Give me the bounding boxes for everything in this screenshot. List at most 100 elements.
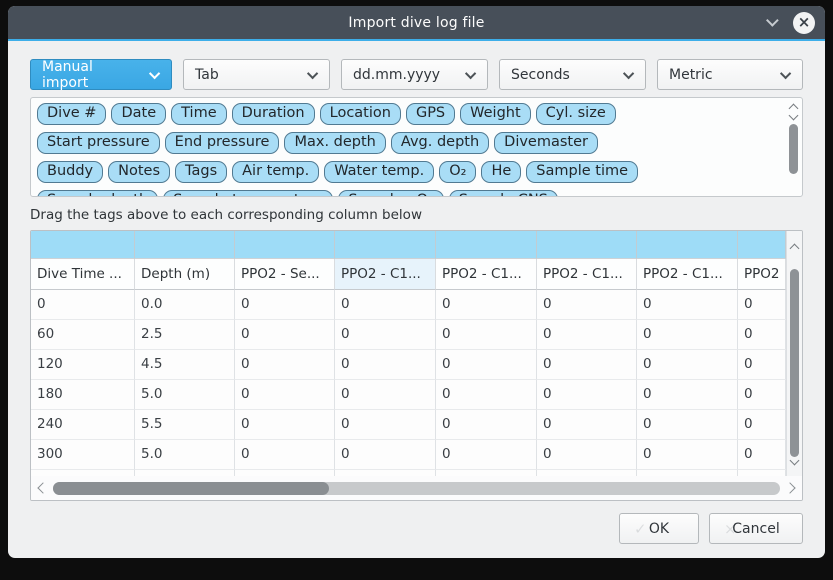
table-cell: 0 [235,290,335,320]
column-header[interactable]: Dive Time ... [31,259,135,290]
tag-date[interactable]: Date [111,103,166,125]
tag-cyl-size[interactable]: Cyl. size [536,103,616,125]
table-cell: 0 [335,440,436,470]
scroll-left-icon[interactable] [37,482,48,493]
column-header[interactable]: Depth (m) [135,259,235,290]
tag-divemaster[interactable]: Divemaster [494,132,598,154]
tag-avg-depth[interactable]: Avg. depth [391,132,489,154]
scroll-right-icon[interactable] [784,482,795,493]
tag-dive-[interactable]: Dive # [37,103,106,125]
drop-target-cell[interactable] [135,231,235,259]
ok-button[interactable]: ✓ OK [619,513,699,544]
drag-instruction: Drag the tags above to each correspondin… [30,207,803,223]
combo-metric[interactable]: Metric [657,59,803,90]
scroll-down-icon[interactable] [789,111,799,121]
drop-target-cell[interactable] [235,231,335,259]
table-cell: 0 [738,350,786,380]
table-cell: 0 [31,290,135,320]
tag-max-depth[interactable]: Max. depth [284,132,385,154]
tag-water-temp-[interactable]: Water temp. [324,161,434,183]
column-header[interactable]: PPO2 [738,259,786,290]
tag-gps[interactable]: GPS [406,103,455,125]
table-cell: 5.0 [135,440,235,470]
tag-o-[interactable]: O₂ [439,161,476,183]
table-cell: 0 [738,410,786,440]
table-cell: 0 [637,290,738,320]
tag-duration[interactable]: Duration [232,103,315,125]
tag-weight[interactable]: Weight [460,103,531,125]
column-header[interactable]: PPO2 - C1... [436,259,537,290]
tag-sample-depth[interactable]: Sample depth [37,190,158,197]
table-cell: 0 [637,350,738,380]
close-icon[interactable]: × [793,12,815,34]
tag-sample-time[interactable]: Sample time [526,161,638,183]
tag-time[interactable]: Time [171,103,227,125]
tag-tags[interactable]: Tags [175,161,227,183]
chevron-down-icon [149,67,160,78]
table-cell: 120 [31,350,135,380]
tag-sample-po-[interactable]: Sample pO₂ [338,190,443,197]
tag-sample-temperature[interactable]: Sample temperature [163,190,333,197]
chevron-down-icon [780,67,791,78]
tag-start-pressure[interactable]: Start pressure [37,132,160,154]
scroll-up-icon[interactable] [790,244,800,254]
preview-table: Dive Time ...Depth (m)PPO2 - Se...PPO2 -… [30,230,803,501]
table-cell: 0 [335,410,436,440]
tag-notes[interactable]: Notes [108,161,170,183]
combo-value: Tab [195,67,219,83]
tag-he[interactable]: He [481,161,521,183]
tag-pool-scrollbar[interactable] [786,99,801,195]
cancel-icon: × [724,520,737,538]
tag-location[interactable]: Location [320,103,401,125]
table-cell: 0 [335,350,436,380]
table-cell: 0 [235,350,335,380]
cancel-button[interactable]: × Cancel [709,513,803,544]
drop-target-cell[interactable] [436,231,537,259]
cancel-button-label: Cancel [732,521,779,537]
drop-target-cell[interactable] [537,231,637,259]
table-vertical-scrollbar[interactable] [786,231,802,476]
tag-air-temp-[interactable]: Air temp. [232,161,319,183]
table-cell: 0 [235,320,335,350]
combo-dd-mm-yyyy[interactable]: dd.mm.yyyy [341,59,488,90]
check-icon: ✓ [634,520,647,538]
table-cell: 0 [537,320,637,350]
drop-target-cell[interactable] [31,231,135,259]
table-horizontal-scrollbar[interactable] [31,476,802,500]
scrollbar-thumb[interactable] [53,482,329,495]
table-cell: 0 [738,380,786,410]
tag-end-pressure[interactable]: End pressure [165,132,280,154]
tag-sample-cns[interactable]: Sample CNS [449,190,558,197]
drop-target-cell[interactable] [738,231,786,259]
table-cell: 4.5 [135,350,235,380]
table-cell: 0 [637,320,738,350]
combo-value: Manual import [42,59,142,91]
combo-tab[interactable]: Tab [183,59,330,90]
chevron-down-icon [465,67,476,78]
combo-seconds[interactable]: Seconds [499,59,646,90]
table-cell: 5.5 [135,410,235,440]
scrollbar-track[interactable] [53,482,780,495]
scrollbar-thumb[interactable] [790,269,799,457]
column-header[interactable]: PPO2 - C1... [537,259,637,290]
drop-target-row [31,231,786,259]
table-cell: 0 [436,290,537,320]
table-cell: 0 [235,380,335,410]
table-cell: 0 [335,380,436,410]
table-cell: 0 [738,290,786,320]
titlebar[interactable]: Import dive log file × [8,6,825,39]
drop-target-cell[interactable] [335,231,436,259]
table-cell: 0 [436,380,537,410]
scroll-down-icon[interactable] [790,456,800,466]
drop-target-cell[interactable] [637,231,738,259]
table-cell: 0 [537,380,637,410]
tag-buddy[interactable]: Buddy [37,161,103,183]
tag-row: Start pressureEnd pressureMax. depth Avg.… [37,132,796,157]
table-row: 1204.5000000 [31,350,786,380]
table-cell: 0 [537,440,637,470]
scrollbar-thumb[interactable] [789,124,798,174]
combo-manual-import[interactable]: Manual import [30,59,172,90]
column-header[interactable]: PPO2 - C1... [637,259,738,290]
column-header[interactable]: PPO2 - Se... [235,259,335,290]
column-header[interactable]: PPO2 - C1... [335,259,436,290]
